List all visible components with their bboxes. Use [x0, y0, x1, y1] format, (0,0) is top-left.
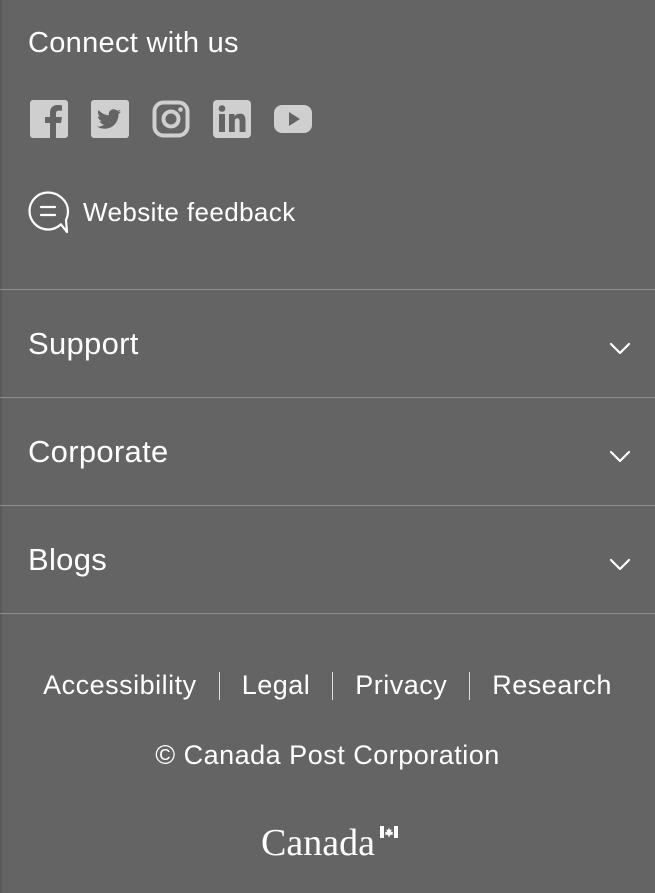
canada-flag-icon [380, 826, 398, 838]
chevron-down-icon [609, 558, 631, 572]
canada-wordmark: Canada [261, 820, 401, 866]
accordion-label: Corporate [28, 434, 169, 469]
linkedin-icon[interactable] [213, 100, 251, 138]
accordion-item-corporate[interactable]: Corporate [0, 398, 655, 506]
accordion-item-support[interactable]: Support [0, 290, 655, 398]
chat-bubble-icon [27, 190, 70, 235]
chevron-down-icon [609, 450, 631, 464]
website-feedback-label: Website feedback [83, 197, 296, 227]
legal-link[interactable]: Legal [220, 670, 333, 701]
website-feedback-link[interactable]: Website feedback [27, 190, 296, 235]
privacy-link[interactable]: Privacy [333, 670, 469, 701]
accordion-item-blogs[interactable]: Blogs [0, 506, 655, 614]
research-link[interactable]: Research [470, 670, 634, 701]
accessibility-link[interactable]: Accessibility [21, 670, 219, 701]
social-links [30, 100, 335, 138]
chevron-down-icon [609, 342, 631, 356]
connect-section: Connect with us [28, 24, 239, 62]
footer-accordion: Support Corporate Blogs [0, 289, 655, 614]
copyright-text: © Canada Post Corporation [155, 740, 500, 770]
facebook-icon[interactable] [30, 100, 68, 138]
twitter-icon[interactable] [91, 100, 129, 138]
legal-links: Accessibility Legal Privacy Research [0, 670, 655, 701]
canada-wordmark-text: Canada [261, 822, 375, 864]
instagram-icon[interactable] [152, 100, 190, 138]
accordion-label: Support [28, 326, 139, 361]
youtube-icon[interactable] [274, 100, 312, 138]
accordion-label: Blogs [28, 542, 108, 577]
connect-title: Connect with us [28, 27, 239, 59]
